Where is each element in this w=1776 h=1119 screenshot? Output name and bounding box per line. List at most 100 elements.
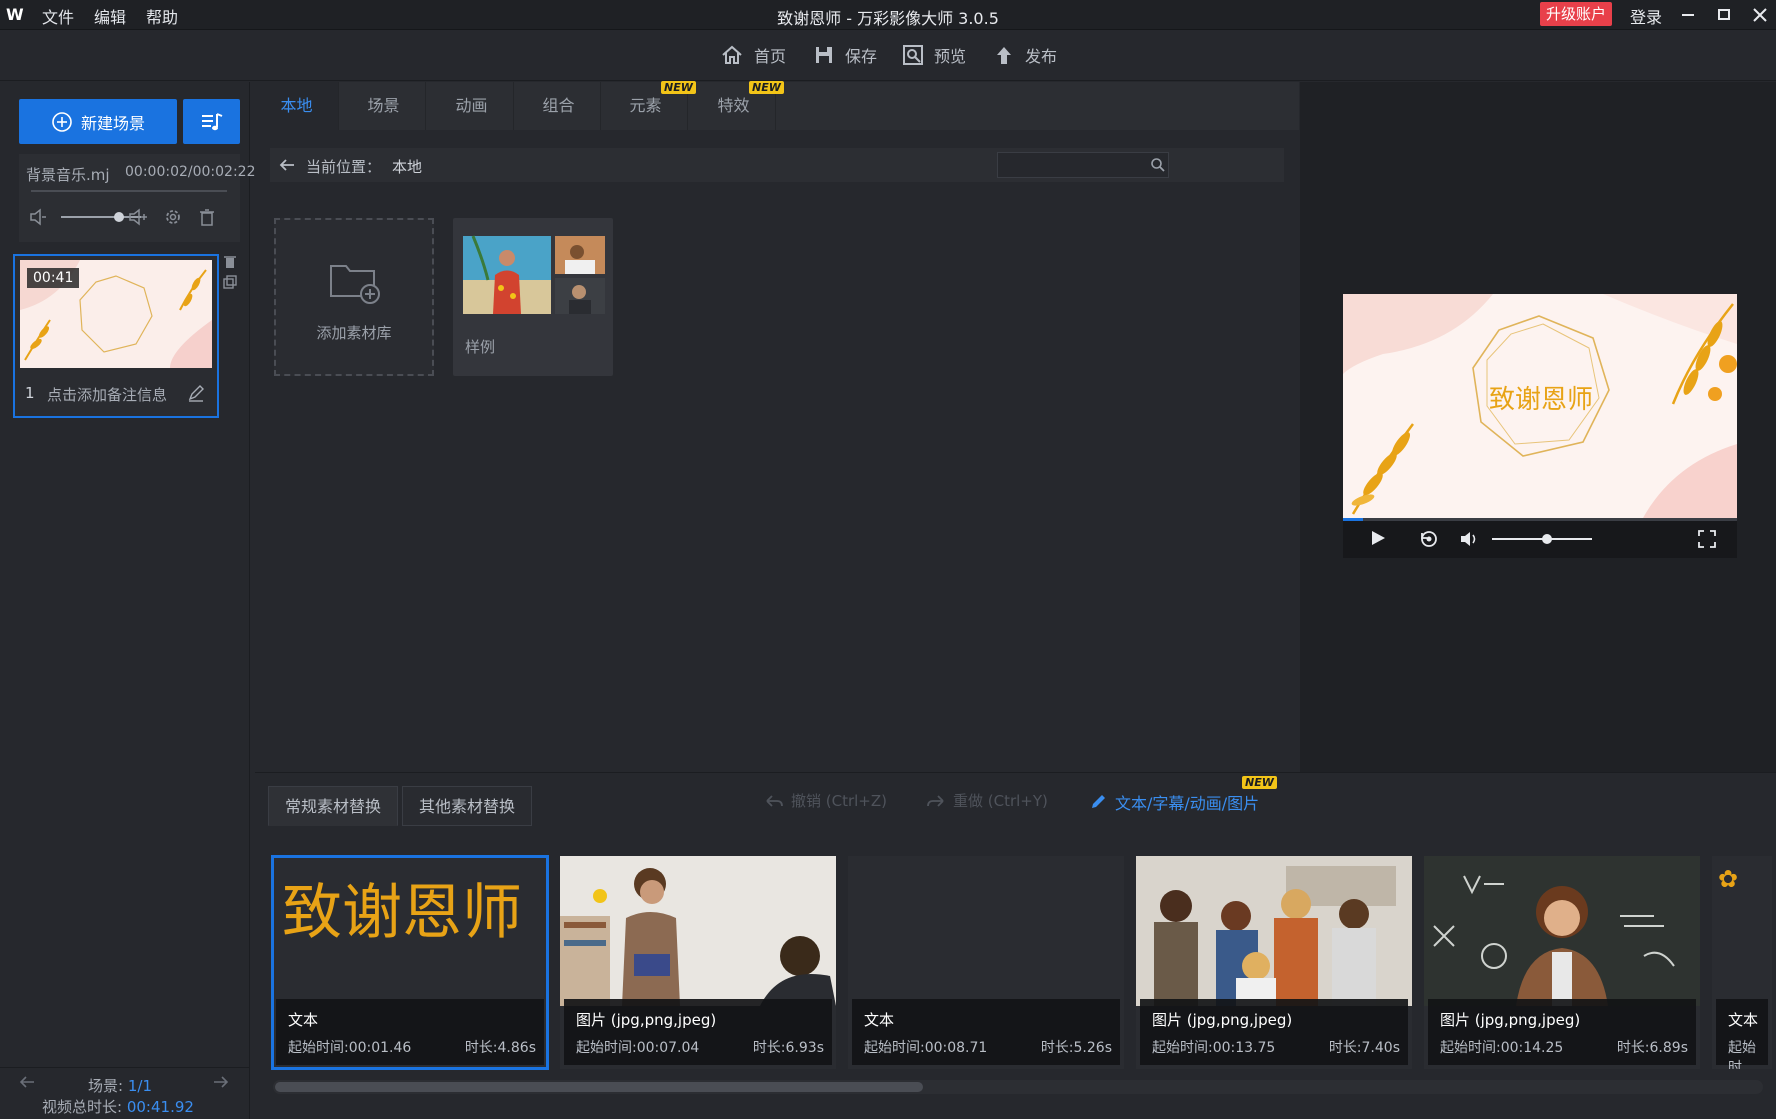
- card-footer: 图片 (jpg,png,jpeg) 起始时间:00:14.25 时长:6.89s: [1428, 999, 1696, 1065]
- edit-text-link[interactable]: 文本/字幕/动画/图片: [1089, 790, 1259, 814]
- music-list-button[interactable]: [183, 99, 240, 144]
- previous-scene-icon[interactable]: [18, 1074, 36, 1090]
- scrollbar-thumb[interactable]: [275, 1082, 923, 1092]
- card-type: 图片 (jpg,png,jpeg): [576, 1011, 717, 1029]
- tab-animation[interactable]: 动画: [430, 82, 514, 130]
- undo-label: 撤销 (Ctrl+Z): [791, 792, 888, 810]
- bgm-filename: 背景音乐.mj: [26, 166, 110, 184]
- background-music-box: 背景音乐.mj 00:00:02/00:02:22: [19, 154, 255, 242]
- breadcrumb-current[interactable]: 本地: [392, 156, 422, 177]
- total-duration-value: 00:41.92: [126, 1098, 194, 1116]
- save-label: 保存: [845, 47, 878, 66]
- card-type: 文本: [288, 1011, 319, 1029]
- tab-local[interactable]: 本地: [255, 82, 339, 130]
- scene-index: 1: [25, 384, 35, 402]
- home-label: 首页: [754, 47, 787, 66]
- copy-scene-icon[interactable]: [222, 274, 238, 290]
- breadcrumb-label: 当前位置：: [306, 158, 382, 176]
- card-start-time: 起始时间:00:08.71: [864, 1040, 988, 1056]
- card-type: 图片 (jpg,png,jpeg): [1440, 1011, 1581, 1029]
- undo-button[interactable]: 撤销 (Ctrl+Z): [765, 790, 887, 811]
- preview-label: 预览: [934, 47, 967, 66]
- scene-panel: 新建场景 背景音乐.mj 00:00:02/00:02:22 00:41 1 点…: [0, 82, 255, 1119]
- add-library-tile[interactable]: 添加素材库: [274, 218, 434, 376]
- scene-note-placeholder[interactable]: 点击添加备注信息: [47, 384, 167, 405]
- card-duration: 时长:7.40s: [1328, 1040, 1400, 1056]
- card-duration: 时长:6.89s: [1616, 1040, 1688, 1056]
- back-arrow-icon[interactable]: [278, 157, 296, 173]
- card-start-time: 起始时间:00:01.46: [288, 1040, 412, 1056]
- card-start-time: 起始时: [1728, 1040, 1756, 1069]
- scene-footer: 场景: 1/1 视频总时长: 00:41.92: [0, 1067, 250, 1119]
- card-duration: 时长:4.86s: [464, 1040, 536, 1056]
- preview-title-text: 致谢恩师: [1489, 385, 1593, 415]
- card-footer: 图片 (jpg,png,jpeg) 起始时间:00:13.75 时长:7.40s: [1140, 999, 1408, 1065]
- replay-icon[interactable]: [1419, 529, 1439, 549]
- volume-icon[interactable]: [1459, 529, 1479, 549]
- replace-card-text-2[interactable]: 文本 起始时间:00:08.71 时长:5.26s: [848, 856, 1124, 1069]
- edit-pencil-icon: [1089, 793, 1107, 811]
- card-type: 文本: [1728, 1011, 1759, 1029]
- gear-icon[interactable]: [162, 206, 184, 228]
- card-footer: 文本 起始时间:00:08.71 时长:5.26s: [852, 999, 1120, 1065]
- save-icon: [813, 44, 835, 66]
- trash-icon[interactable]: [196, 206, 218, 228]
- preview-progress-bar[interactable]: [1343, 518, 1737, 521]
- edit-pencil-icon[interactable]: [187, 384, 205, 402]
- horizontal-scrollbar[interactable]: [273, 1080, 1763, 1094]
- card-duration: 时长:5.26s: [1040, 1040, 1112, 1056]
- tab-regular-replace[interactable]: 常规素材替换: [268, 786, 399, 826]
- replace-card-text-1[interactable]: 致谢恩师 文本 起始时间:00:01.46 时长:4.86s: [271, 855, 549, 1070]
- maximize-icon[interactable]: [1712, 3, 1736, 27]
- preview-canvas: 致谢恩师: [1343, 294, 1737, 518]
- main-toolbar: 首页 保存 预览 发布: [0, 31, 1776, 81]
- card-start-time: 起始时间:00:07.04: [576, 1040, 700, 1056]
- replace-card-image-3[interactable]: 图片 (jpg,png,jpeg) 起始时间:00:14.25 时长:6.89s: [1424, 856, 1700, 1069]
- sample-folder-thumbnail: [463, 230, 605, 320]
- replacement-panel: 常规素材替换 其他素材替换 撤销 (Ctrl+Z) 重做 (Ctrl+Y) 文本…: [255, 772, 1776, 1119]
- next-scene-icon[interactable]: [212, 1074, 230, 1090]
- tab-other-replace[interactable]: 其他素材替换: [402, 786, 533, 826]
- scene-thumbnail-card[interactable]: 00:41 1 点击添加备注信息: [13, 254, 219, 418]
- close-icon[interactable]: [1748, 3, 1772, 27]
- replace-card-image-1[interactable]: 图片 (jpg,png,jpeg) 起始时间:00:07.04 时长:6.93s: [560, 856, 836, 1069]
- preview-volume-slider[interactable]: [1492, 534, 1592, 544]
- tab-scene[interactable]: 场景: [342, 82, 426, 130]
- breadcrumb: 当前位置： 本地: [270, 148, 1284, 182]
- search-icon[interactable]: [1150, 157, 1166, 173]
- card-partial-text-decoration: ✿: [1718, 865, 1739, 893]
- save-button[interactable]: 保存: [813, 43, 877, 67]
- preview-volume-handle[interactable]: [1542, 534, 1552, 544]
- upgrade-account-button[interactable]: 升级账户: [1540, 2, 1612, 26]
- publish-button[interactable]: 发布: [993, 43, 1057, 67]
- play-icon[interactable]: [1369, 529, 1387, 547]
- home-button[interactable]: 首页: [720, 43, 786, 67]
- card-type: 文本: [864, 1011, 895, 1029]
- new-badge-effects: NEW: [749, 81, 784, 94]
- sample-folder-tile[interactable]: 样例: [453, 218, 613, 376]
- card-start-time: 起始时间:00:14.25: [1440, 1040, 1564, 1056]
- bgm-volume-handle[interactable]: [114, 212, 124, 222]
- home-icon: [720, 43, 744, 67]
- total-duration: 视频总时长: 00:41.92: [42, 1096, 194, 1117]
- replace-card-image-2[interactable]: 图片 (jpg,png,jpeg) 起始时间:00:13.75 时长:7.40s: [1136, 856, 1412, 1069]
- edit-text-label: 文本/字幕/动画/图片: [1115, 794, 1260, 813]
- minimize-icon[interactable]: [1676, 3, 1700, 27]
- bgm-progress-bar[interactable]: [31, 190, 227, 192]
- card-type: 图片 (jpg,png,jpeg): [1152, 1011, 1293, 1029]
- tab-group[interactable]: 组合: [517, 82, 601, 130]
- preview-button[interactable]: 预览: [902, 43, 966, 67]
- delete-scene-icon[interactable]: [222, 254, 238, 270]
- new-scene-button[interactable]: 新建场景: [19, 99, 177, 144]
- undo-icon: [765, 793, 783, 809]
- search-input[interactable]: [997, 152, 1169, 178]
- new-scene-label: 新建场景: [80, 113, 145, 133]
- volume-up-icon[interactable]: [127, 206, 149, 228]
- volume-down-icon[interactable]: [27, 206, 49, 228]
- fullscreen-icon[interactable]: [1697, 529, 1717, 549]
- material-library: 本地 场景 动画 组合 元素 特效 NEW NEW 当前位置： 本地 添加素材库: [255, 81, 1299, 772]
- replace-card-text-3[interactable]: ✿ 文本 起始时: [1712, 856, 1772, 1069]
- redo-button[interactable]: 重做 (Ctrl+Y): [927, 790, 1048, 811]
- preview-icon: [902, 44, 924, 66]
- login-link[interactable]: 登录: [1630, 4, 1662, 28]
